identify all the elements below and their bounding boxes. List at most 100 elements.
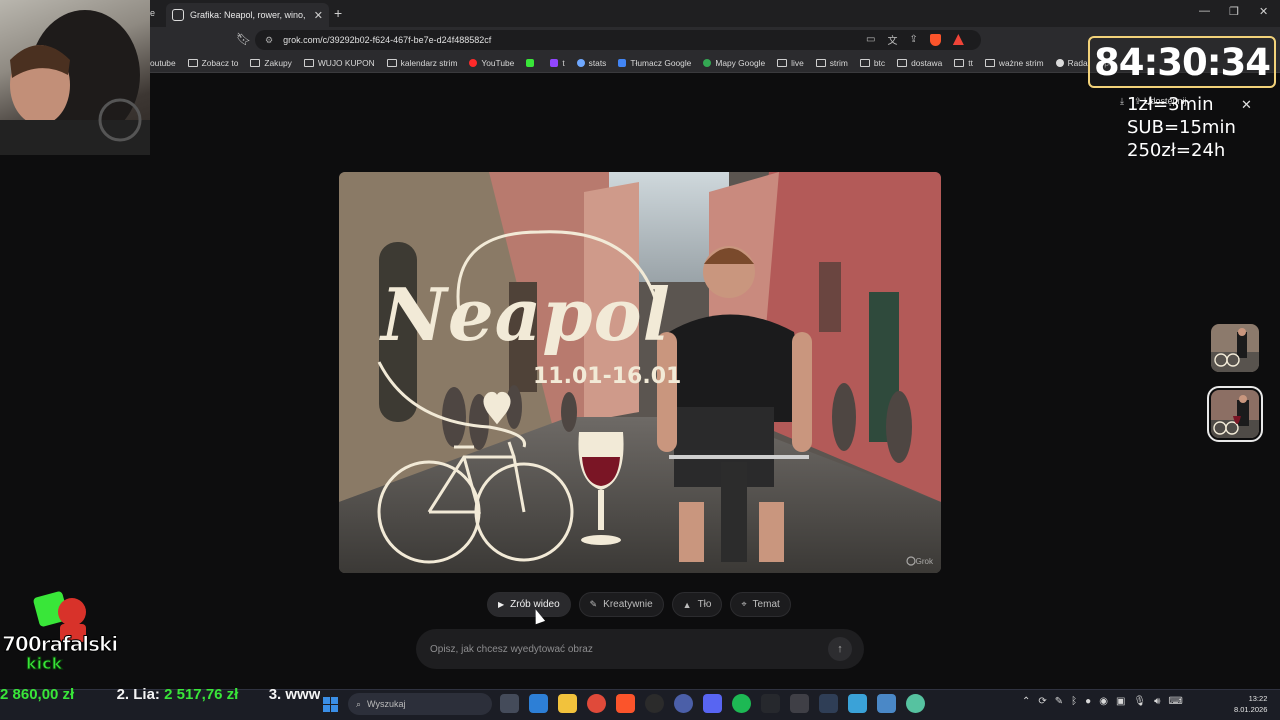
ticker-amount: 2 517,76 zł — [164, 686, 239, 703]
streamlabs-icon[interactable] — [761, 694, 780, 713]
bookmark-folder[interactable]: kalendarz strim — [386, 58, 457, 68]
channel-logo: 700rafalski kick — [1, 590, 119, 678]
translate-icon[interactable]: 文 — [887, 32, 897, 47]
background-button[interactable]: ▲ Tło — [671, 592, 723, 617]
bookmark-kick[interactable] — [526, 58, 538, 67]
bluetooth-icon[interactable]: ᛒ — [1071, 696, 1077, 707]
brave-rewards-icon[interactable] — [952, 34, 964, 45]
file-explorer-icon[interactable] — [558, 694, 577, 713]
make-video-button[interactable]: ▶ Zrób wideo — [487, 592, 571, 617]
notepad-icon[interactable] — [848, 694, 867, 713]
bookmark-translate[interactable]: Tłumacz Google — [618, 58, 691, 68]
thumbnail-1[interactable] — [1211, 324, 1259, 372]
play-icon: ▶ — [498, 600, 505, 609]
search-icon: ⌕ — [356, 698, 362, 709]
url-actions: ▭ 文 ⇪ — [866, 32, 964, 47]
bookmark-stats[interactable]: stats — [576, 58, 606, 68]
bookmark-folder[interactable]: live — [777, 58, 804, 68]
network-icon[interactable]: ⌨ — [1168, 696, 1182, 707]
bookmark-page-icon[interactable]: 🔖︎ — [236, 32, 251, 46]
start-button[interactable] — [323, 697, 338, 712]
webcam-overlay — [0, 0, 150, 155]
app-icon[interactable] — [790, 694, 809, 713]
close-viewer-icon[interactable]: ✕ — [1241, 97, 1252, 113]
url-text: grok.com/c/39292b02-f624-467f-be7e-d24f4… — [283, 35, 492, 45]
bookmark-folder[interactable]: Zobacz to — [187, 58, 238, 68]
arrow-up-icon: ↑ — [837, 643, 843, 655]
bookmark-folder[interactable]: dostawa — [897, 58, 942, 68]
taskbar-search[interactable]: ⌕ Wyszukaj — [348, 693, 492, 715]
task-view-icon[interactable] — [500, 694, 519, 713]
mic-icon[interactable]: 🎙︎ — [1133, 696, 1146, 707]
bookmark-twitch[interactable]: t — [550, 58, 565, 68]
webcam-art — [0, 10, 150, 155]
image-title: Neapol — [381, 272, 671, 357]
pen-icon[interactable]: ✎ — [1055, 696, 1063, 707]
cast-icon[interactable]: ▭ — [866, 34, 875, 45]
taskbar-clock[interactable]: 13:22 8.01.2026 — [1234, 693, 1267, 715]
chevron-up-icon[interactable]: ⌃ — [1022, 696, 1030, 707]
obs-icon[interactable] — [645, 694, 664, 713]
tab-active[interactable]: Grafika: Neapol, rower, wino, ulic ✕ — [166, 3, 329, 27]
bookmark-folder[interactable]: Zakupy — [250, 58, 292, 68]
bookmark-youtube[interactable]: YouTube — [469, 58, 514, 68]
folder-icon — [187, 58, 198, 67]
tray-app-icon[interactable]: ◉ — [1099, 696, 1108, 707]
wand-icon: ✎ — [589, 599, 598, 609]
image-dates: 11.01-16.01 — [533, 364, 682, 389]
twitch-icon — [550, 58, 559, 67]
tab-close-icon[interactable]: ✕ — [314, 9, 323, 22]
subject-button[interactable]: ⌖ Temat — [730, 592, 791, 617]
new-tab-icon[interactable]: + — [334, 5, 342, 21]
app-icon[interactable] — [877, 694, 896, 713]
bookmark-folder[interactable]: ważne strim — [984, 58, 1044, 68]
tray-app-icon[interactable]: ● — [1085, 696, 1091, 707]
bookmark-folder[interactable]: btc — [859, 58, 885, 68]
subathon-timer: 84:30:34 — [1088, 36, 1276, 88]
thumbnail-1-art — [1211, 324, 1259, 372]
close-window-icon[interactable]: ✕ — [1259, 5, 1268, 18]
app-icon[interactable] — [906, 694, 925, 713]
app-icon[interactable] — [819, 694, 838, 713]
widgets-icon[interactable] — [529, 694, 548, 713]
edit-prompt-box: ↑ — [416, 629, 864, 669]
brave-shield-icon[interactable] — [929, 33, 941, 46]
rule-line: 250zł=24h — [1127, 140, 1226, 161]
google-translate-icon — [618, 58, 627, 67]
bookmark-folder[interactable]: tt — [954, 58, 973, 68]
grok-watermark: Grok — [915, 557, 933, 566]
folder-icon — [897, 58, 908, 67]
folder-icon — [303, 58, 314, 67]
tab-title: Grafika: Neapol, rower, wino, ulic — [190, 10, 308, 20]
tray-app-icon[interactable]: ▣ — [1116, 696, 1125, 707]
brave-icon[interactable] — [616, 694, 635, 713]
bookmark-item[interactable]: outube — [150, 58, 176, 68]
creative-button[interactable]: ✎ Kreatywnie — [578, 592, 664, 617]
tab-inactive[interactable]: e — [150, 8, 155, 18]
donation-ticker: 2 860,00 zł 2. Lia: 2 517,76 zł 3. www.h… — [0, 686, 320, 706]
subathon-rules: 1zł=3min SUB=15min 250zł=24h — [1127, 93, 1236, 162]
site-settings-icon[interactable]: ⚙ — [265, 35, 273, 46]
bookmark-folder[interactable]: WUJO KUPON — [303, 58, 375, 68]
spotify-icon[interactable] — [732, 694, 751, 713]
sync-icon[interactable]: ⟳ — [1038, 696, 1046, 707]
send-button[interactable]: ↑ — [828, 637, 852, 661]
maximize-icon[interactable]: ❐ — [1229, 5, 1239, 18]
volume-icon[interactable]: 🔊︎ — [1154, 696, 1160, 707]
grok-favicon-icon — [172, 9, 184, 21]
download-icon[interactable]: ⤓ — [1120, 96, 1124, 107]
logo-text: 700rafalski — [1, 632, 118, 657]
bookmark-folder[interactable]: strim — [815, 58, 848, 68]
edit-prompt-input[interactable] — [430, 643, 828, 655]
rule-line: 1zł=3min — [1127, 94, 1214, 115]
chrome-icon[interactable] — [587, 694, 606, 713]
minimize-icon[interactable]: — — [1199, 5, 1210, 17]
share-icon[interactable]: ⇪ — [909, 34, 917, 45]
kick-icon — [526, 58, 535, 67]
thumbnail-2-selected[interactable] — [1207, 386, 1263, 442]
drop-icon — [1055, 58, 1064, 67]
bookmark-maps[interactable]: Mapy Google — [703, 58, 765, 68]
discord-icon[interactable] — [703, 694, 722, 713]
bookmark-rada[interactable]: Rada — [1055, 58, 1088, 68]
steam-icon[interactable] — [674, 694, 693, 713]
